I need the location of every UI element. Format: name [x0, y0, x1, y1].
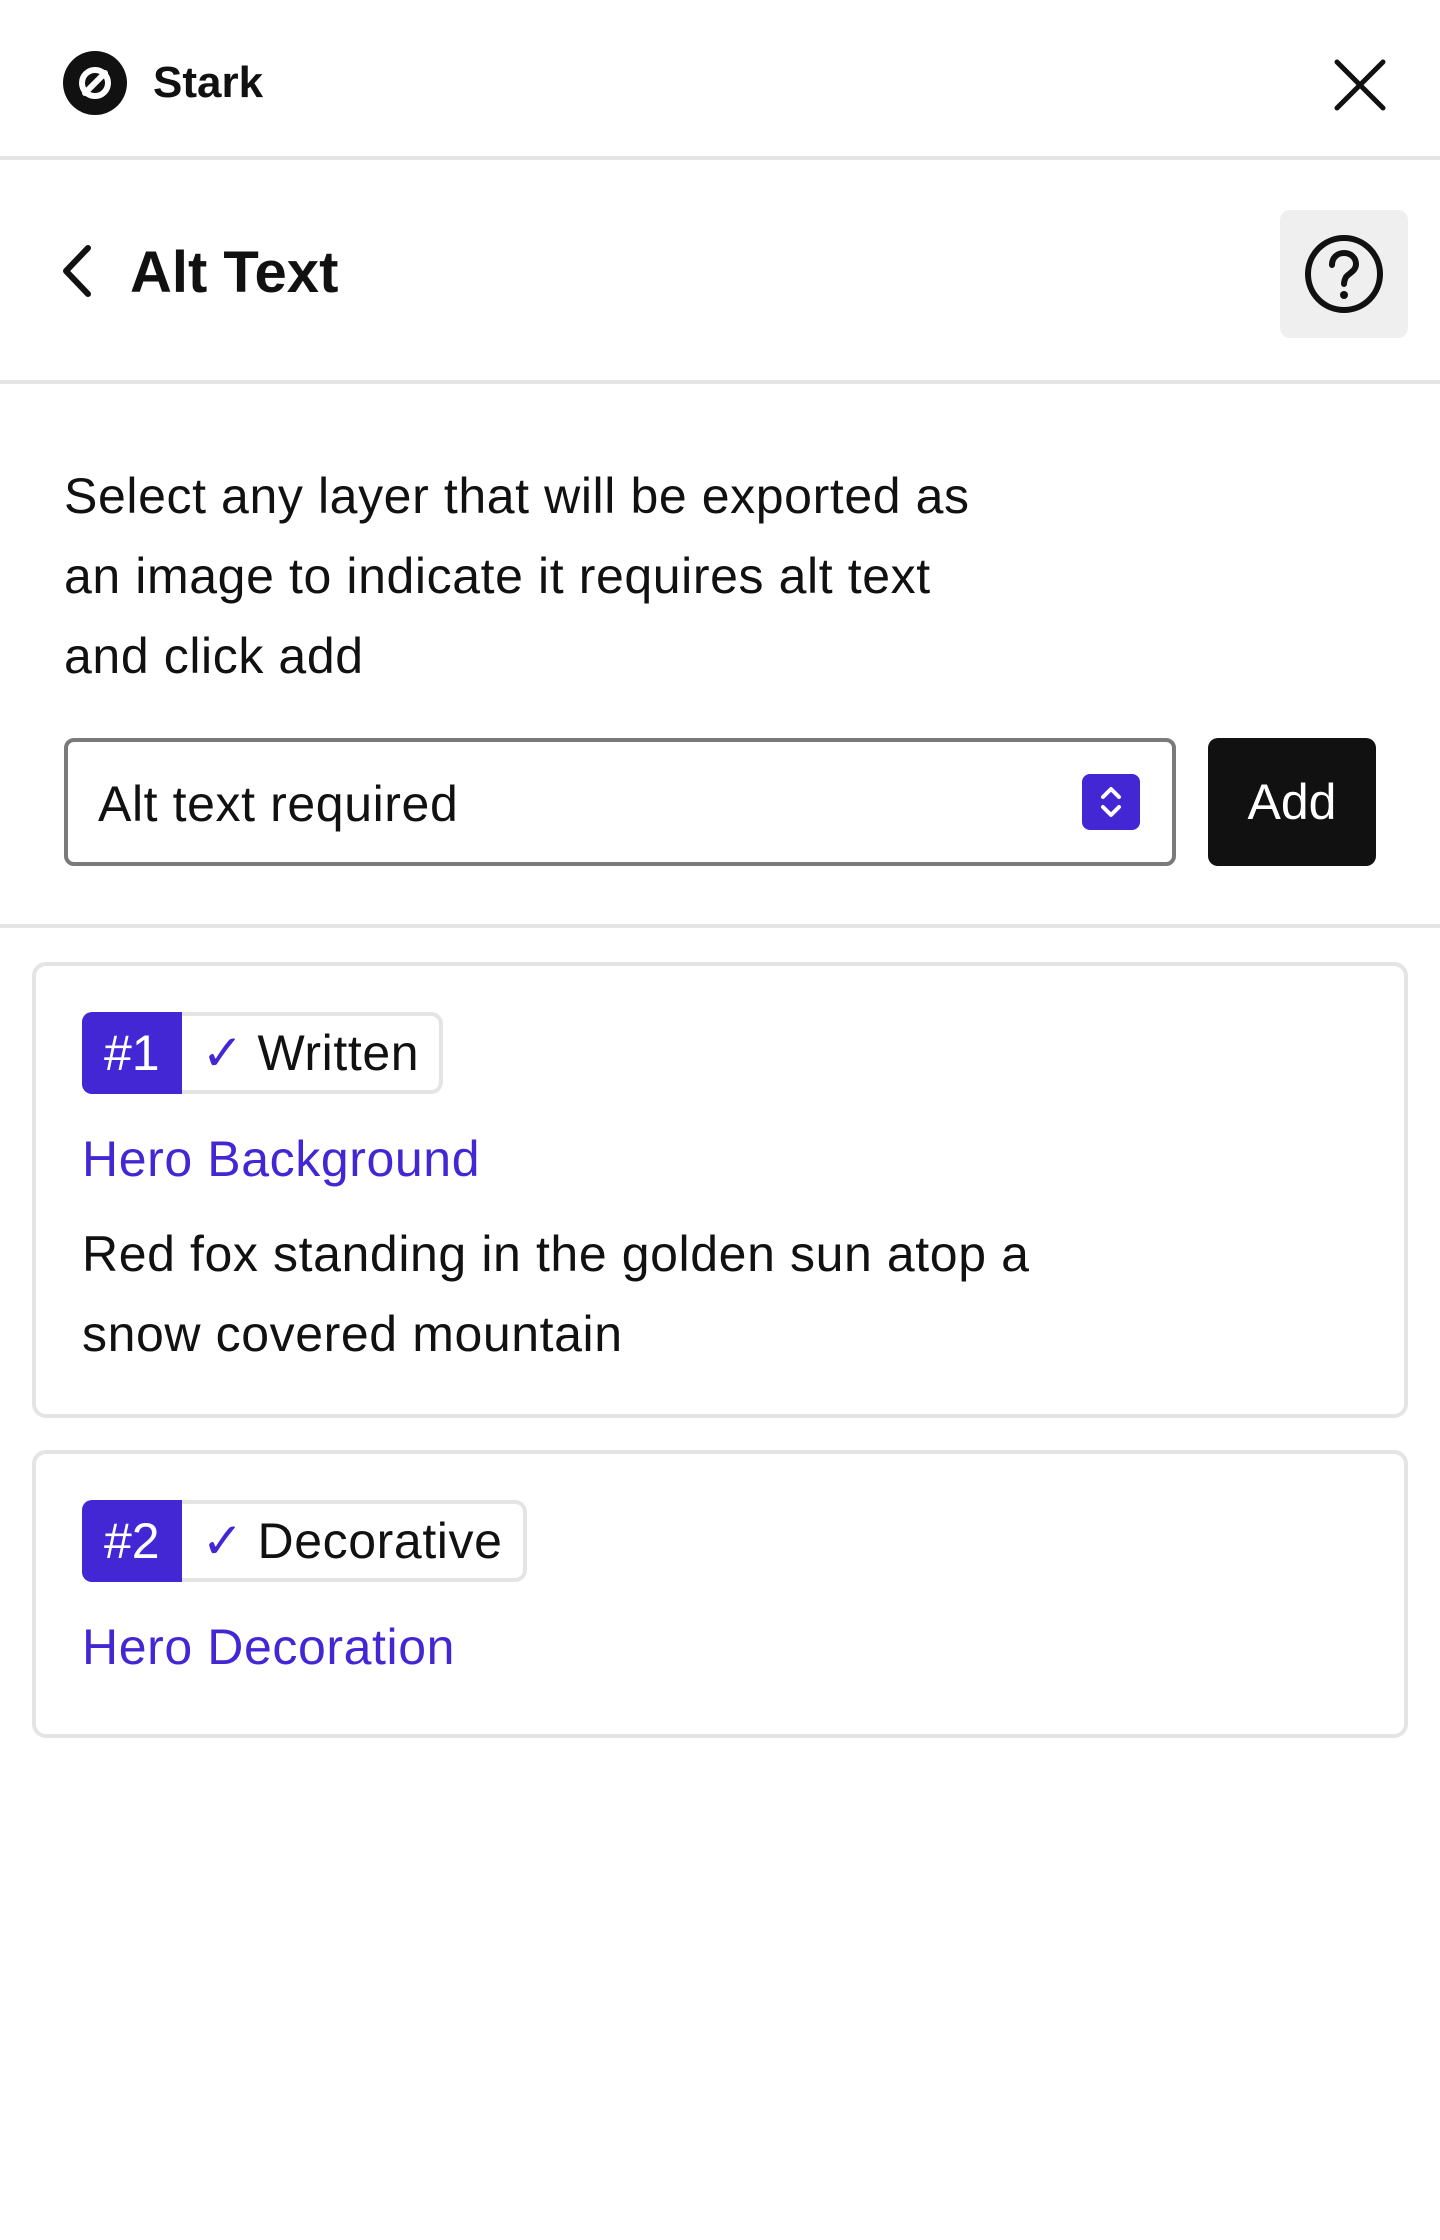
check-icon: ✓ — [201, 1513, 244, 1569]
page-title: Alt Text — [130, 240, 339, 305]
alt-text-item: #2 ✓ Decorative Hero Decoration — [32, 1450, 1408, 1738]
help-circle-icon — [1305, 235, 1383, 313]
app-name: Stark — [153, 58, 264, 107]
add-button[interactable]: Add — [1208, 738, 1376, 866]
item-badge: #2 ✓ Decorative — [82, 1500, 527, 1582]
status-label: Written — [257, 1025, 420, 1081]
alt-text-type-select[interactable]: Alt text required — [64, 738, 1176, 866]
layer-name-link[interactable]: Hero Decoration — [82, 1618, 455, 1676]
help-button[interactable] — [1280, 210, 1408, 338]
close-button[interactable] — [1327, 52, 1393, 118]
stark-logo-icon — [63, 51, 127, 115]
select-caret-icon — [1082, 774, 1140, 830]
alt-text-description: Red fox standing in the golden sun atop … — [82, 1226, 1030, 1362]
alt-text-item: #1 ✓ Written Hero Background Red fox sta… — [32, 962, 1408, 1418]
item-badge: #1 ✓ Written — [82, 1012, 444, 1094]
check-icon: ✓ — [201, 1025, 244, 1081]
status-badge: ✓ Written — [181, 1012, 444, 1094]
chevron-left-icon — [63, 245, 91, 297]
status-badge: ✓ Decorative — [181, 1500, 527, 1582]
section-header: Alt Text — [0, 160, 1440, 384]
app-header: Stark — [0, 0, 1440, 160]
select-value: Alt text required — [98, 776, 459, 832]
item-number: #1 — [82, 1012, 182, 1094]
add-alt-text-form: Select any layer that will be exported a… — [0, 384, 1440, 928]
item-number: #2 — [82, 1500, 182, 1582]
back-button[interactable] — [56, 238, 102, 304]
layer-name-link[interactable]: Hero Background — [82, 1130, 480, 1188]
close-icon — [1334, 59, 1386, 111]
status-label: Decorative — [257, 1513, 503, 1569]
instructions-text: Select any layer that will be exported a… — [64, 468, 970, 684]
alt-text-panel: Stark Alt Text Select any layer that wil… — [0, 0, 1440, 2240]
